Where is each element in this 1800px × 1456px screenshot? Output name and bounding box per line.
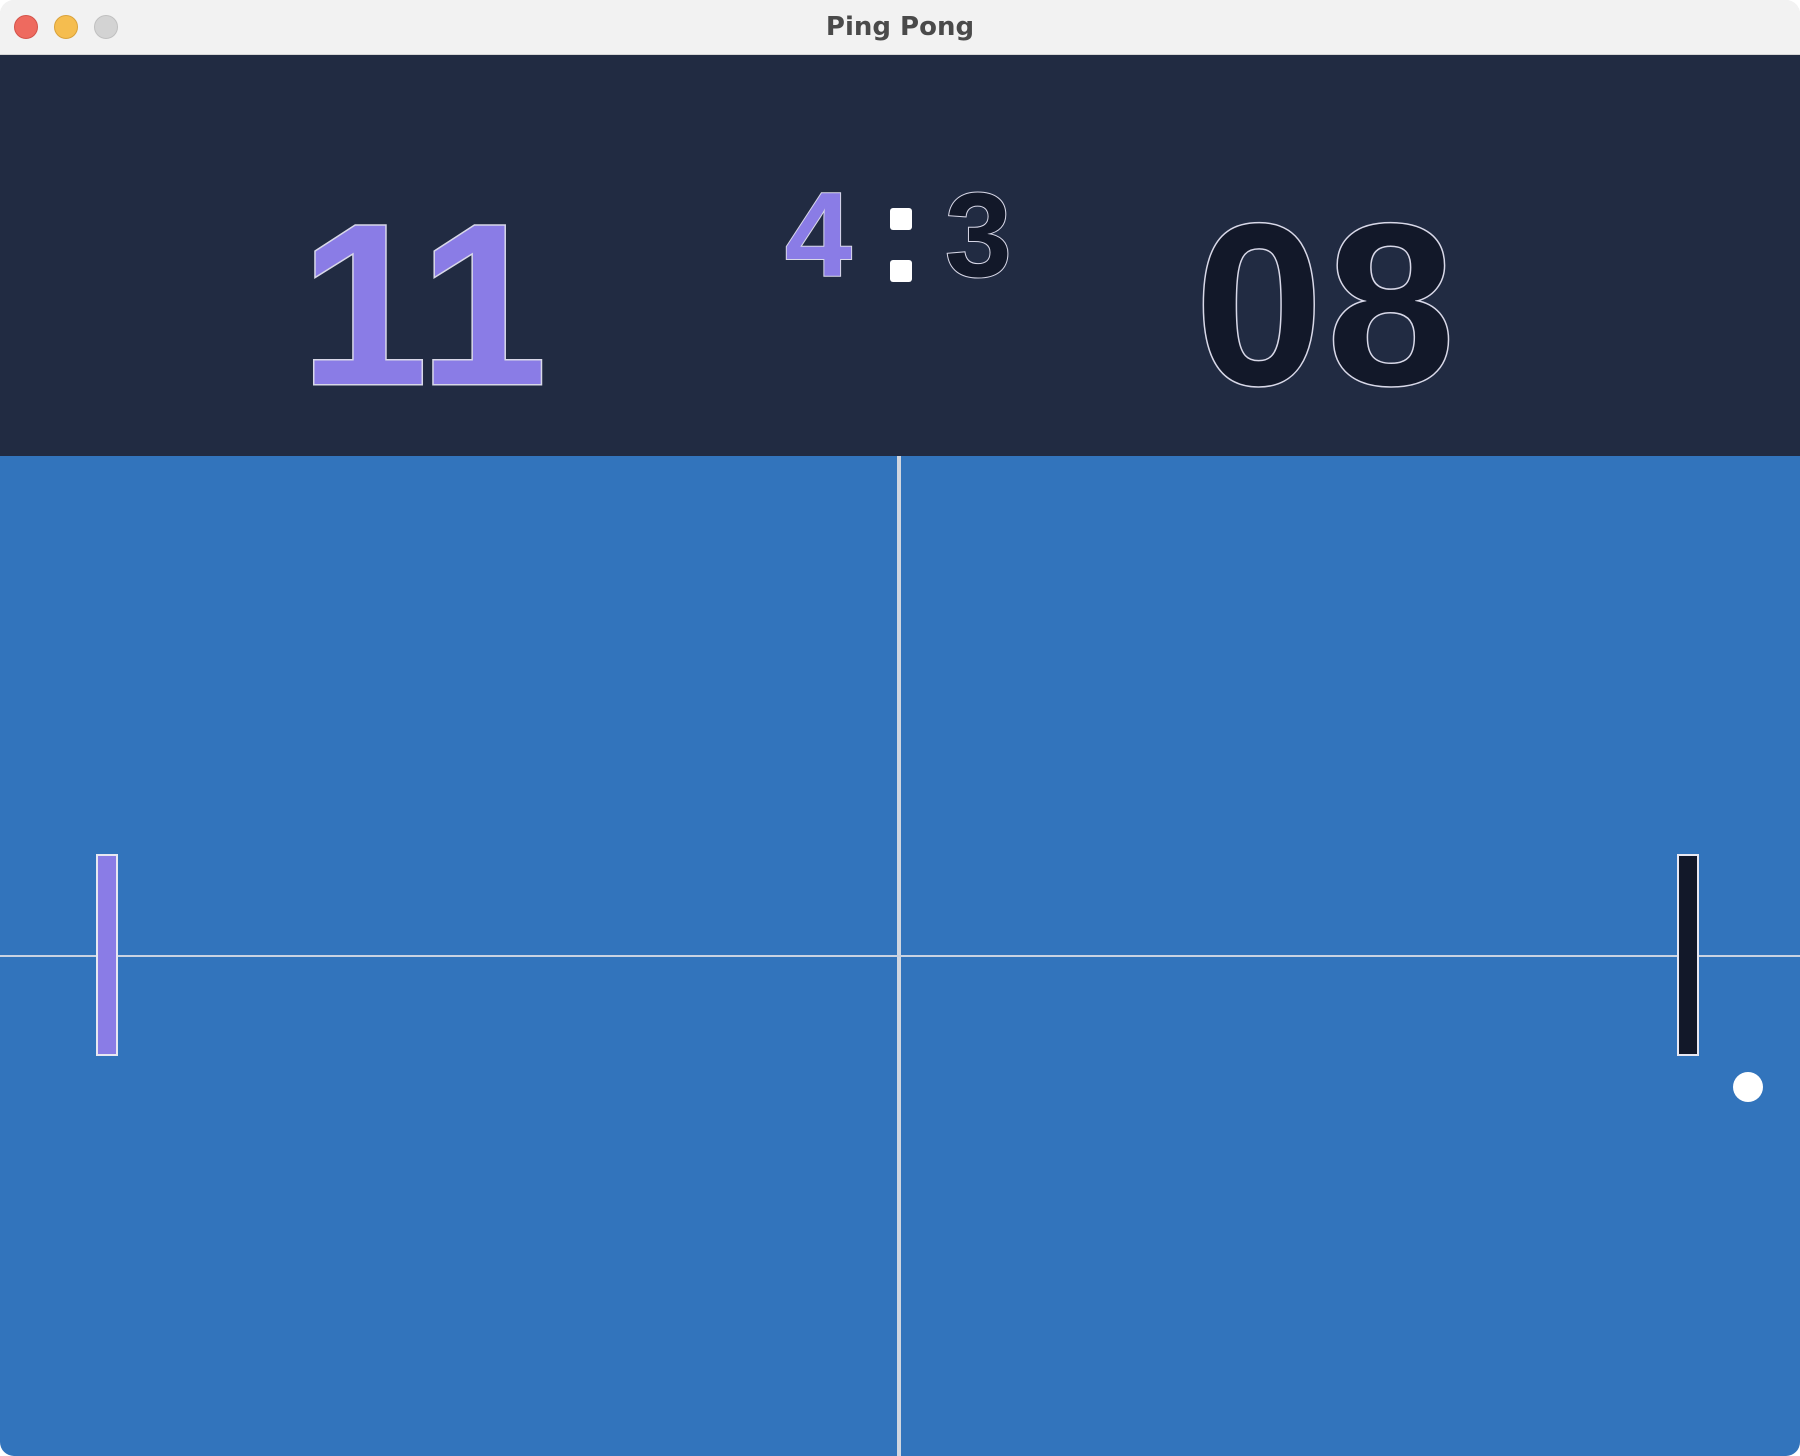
- right-player-sets: 3: [944, 168, 1016, 302]
- title-bar: Ping Pong: [0, 0, 1800, 55]
- left-player-points: 11: [299, 176, 552, 433]
- window-title: Ping Pong: [825, 12, 975, 42]
- right-player-points: 08: [1194, 176, 1459, 433]
- game-window: Ping Pong 11 4 3 08: [0, 0, 1800, 1456]
- set-score: 4 3: [770, 120, 1060, 296]
- separator-dot-top: [890, 208, 912, 230]
- separator-dot-bottom: [890, 260, 912, 282]
- left-paddle[interactable]: [96, 854, 118, 1056]
- set-separator: [890, 208, 914, 292]
- table-center-line: [0, 955, 1800, 957]
- ball: [1733, 1072, 1763, 1102]
- scoreboard: 11 4 3 08: [0, 55, 1800, 456]
- left-player-sets: 4: [784, 168, 856, 302]
- ping-pong-table: [0, 456, 1800, 1456]
- right-paddle[interactable]: [1677, 854, 1699, 1056]
